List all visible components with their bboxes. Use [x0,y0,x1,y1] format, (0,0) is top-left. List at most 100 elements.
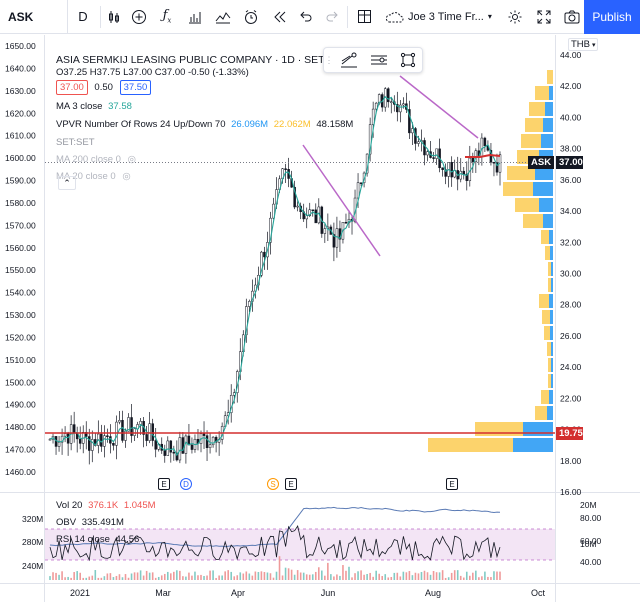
dividend-event-icon[interactable]: D [180,478,192,490]
alert-icon[interactable] [237,0,265,34]
legend-vol[interactable]: Vol 20 376.1K 1.045M [56,500,156,511]
redo-icon[interactable] [319,0,345,34]
left-axis-tick: 1590.00 [5,176,36,186]
candle-body [190,444,194,450]
volume-bar [103,576,106,580]
volume-bar [88,576,91,580]
legend-title[interactable]: ASIA SERMKIJ LEASING PUBLIC COMPANY · 1D… [56,54,334,66]
volume-bar [49,576,51,580]
eye-hidden-icon[interactable]: ◎ [128,154,136,165]
volume-bar [490,577,492,580]
lower-left-tick: 240M [22,561,43,571]
legend-obv[interactable]: OBV 335.491M [56,517,124,528]
candle-body [208,444,212,449]
volume-bar [266,572,269,580]
camera-icon[interactable] [558,0,586,34]
vp-down-bar [548,262,551,276]
legend-ma200[interactable]: MA 200 close 0 ◎ [56,154,136,165]
obv-value: 335.491M [81,517,124,528]
vpvr-down-value: 22.062M [273,119,311,130]
volume-bar [218,575,220,580]
cloud-icon [385,11,404,22]
replay-icon[interactable] [265,0,293,34]
vp-up-bar [551,278,553,292]
line-tool-icon[interactable] [334,48,364,72]
candles-icon[interactable] [103,0,125,34]
volume-bar [342,565,344,580]
bid-button[interactable]: 37.00 [56,80,88,95]
ask-symbol-tag: ASK [528,156,555,169]
fx-icon[interactable]: ƒx [153,0,181,34]
volume-bar [366,573,368,580]
publish-button[interactable]: Publish [584,0,640,34]
volume-bar [305,574,308,580]
legend-vpvr[interactable]: VPVR Number Of Rows 24 Up/Down 70 26.096… [56,119,353,130]
candle-body [151,423,154,441]
candle-body [359,182,363,184]
gear-icon[interactable] [500,0,530,34]
left-axis-tick: 1630.00 [5,86,36,96]
candle-body [100,433,103,447]
volume-bar [459,575,462,580]
interval-label: D [78,9,88,24]
volume-bar [354,573,356,580]
right-axis-tick: 44.00 [560,50,582,60]
volume-bar [227,570,229,580]
eye-hidden-icon[interactable]: ◎ [122,171,130,182]
earnings-event-icon[interactable]: E [158,478,170,490]
candle-body [492,161,496,164]
volume-bar [97,577,100,580]
layout-icon[interactable] [350,0,378,34]
volume-bar [396,572,399,580]
rectangle-tool-icon[interactable] [394,48,422,72]
candle-body [72,424,76,434]
drag-handle-icon[interactable]: ⋮ [324,48,334,72]
vp-up-bar [549,86,553,100]
ask-button[interactable]: 37.50 [119,80,152,95]
volume-bar [330,574,332,580]
rsi-value: 44.56 [115,534,140,545]
left-axis-tick: 1600.00 [5,153,36,163]
candle-body [441,167,444,170]
currency-selector[interactable]: THB ▾ [568,38,599,51]
volume-bar [423,570,426,580]
chart-area[interactable]: 1650.00 1640.00 1630.00 1620.00 1610.00 1600.… [0,35,640,602]
drawing-floating-toolbar: ⋮ [323,47,423,73]
volume-bar [378,573,380,580]
left-axis-tick: 1510.00 [5,355,36,365]
legend-ma3[interactable]: MA 3 close 37.58 [56,101,132,112]
layout-name-button[interactable]: Joe 3 Time Fr... ▾ [378,0,498,34]
time-axis-label: Aug [425,588,441,598]
legend-set[interactable]: SET:SET [56,137,95,148]
left-axis-tick: 1460.00 [5,467,36,477]
legend-ohlc: O37.25 H37.75 L37.00 C37.00 -0.50 (-1.33… [56,67,249,78]
templates-icon[interactable] [181,0,209,34]
vp-up-bar [549,230,553,244]
plus-circle-icon[interactable] [125,0,153,34]
compare-icon[interactable] [209,0,237,34]
vp-up-bar [550,310,553,324]
undo-icon[interactable] [293,0,319,34]
vol-value-1: 376.1K [88,500,119,511]
interval-button[interactable]: D [68,0,98,34]
volume-bar [233,576,236,580]
candle-body [344,222,348,224]
candle-body [163,450,167,456]
vp-down-bar [529,102,545,116]
volume-bar [399,576,402,580]
earnings-event-icon[interactable]: E [285,478,297,490]
collapse-legend-button[interactable]: ⌃ [58,176,76,190]
volume-bar [414,572,417,580]
legend-rsi[interactable]: RSI 14 close 44.56 [56,534,139,545]
fullscreen-icon[interactable] [530,0,558,34]
volume-bar [447,577,450,580]
candle-body [483,137,487,146]
parallel-lines-icon[interactable] [364,48,394,72]
symbol-search[interactable]: ASK [0,0,68,34]
split-event-icon[interactable]: S [267,478,279,490]
earnings-event-icon[interactable]: E [446,478,458,490]
volume-bar [166,571,169,580]
candle-body [323,228,327,234]
vp-up-bar [547,406,553,420]
top-toolbar: ASK D ƒx Joe 3 Time Fr... ▾ Publish [0,0,640,34]
